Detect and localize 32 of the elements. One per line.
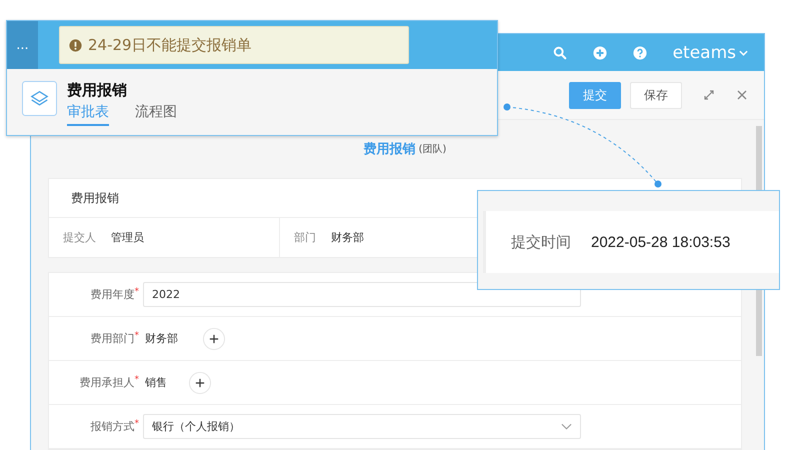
layers-icon xyxy=(22,81,57,116)
nav-tab[interactable]: ... xyxy=(7,21,38,69)
field-label: 部门 xyxy=(294,230,316,245)
field-value: 财务部 xyxy=(331,230,364,245)
field-label: 提交人 xyxy=(63,230,96,245)
field-value: 管理员 xyxy=(111,230,144,245)
field-label: 费用年度* xyxy=(90,287,140,302)
field-label: 提交时间 xyxy=(511,232,571,252)
form-title: 费用报销 xyxy=(364,141,416,158)
form-subtitle: (团队) xyxy=(418,143,446,156)
warning-icon xyxy=(69,38,82,52)
expand-icon[interactable] xyxy=(703,89,715,101)
chevron-down-icon xyxy=(561,423,572,430)
field-value: 2022-05-28 18:03:53 xyxy=(591,234,730,250)
submit-button[interactable]: 提交 xyxy=(569,82,621,108)
select-field[interactable]: 银行（个人报销） xyxy=(143,414,581,439)
field-value: 销售 xyxy=(144,375,168,390)
tab[interactable]: 流程图 xyxy=(135,103,177,126)
add-icon[interactable] xyxy=(189,372,211,394)
field-label: 费用部门* xyxy=(90,331,140,346)
field-label: 报销方式* xyxy=(90,419,140,434)
tab[interactable]: 审批表 xyxy=(67,103,109,126)
save-button[interactable]: 保存 xyxy=(630,82,682,108)
field-value: 财务部 xyxy=(144,331,179,346)
search-icon[interactable] xyxy=(552,46,567,60)
field-label: 费用承担人* xyxy=(78,375,140,390)
close-icon[interactable] xyxy=(736,89,748,101)
chevron-down-icon xyxy=(739,50,748,56)
add-icon[interactable] xyxy=(203,328,225,350)
page-title: 费用报销 xyxy=(67,81,128,100)
notice-text: 24-29日不能提交报销单 xyxy=(88,36,252,54)
help-icon[interactable] xyxy=(632,46,647,60)
